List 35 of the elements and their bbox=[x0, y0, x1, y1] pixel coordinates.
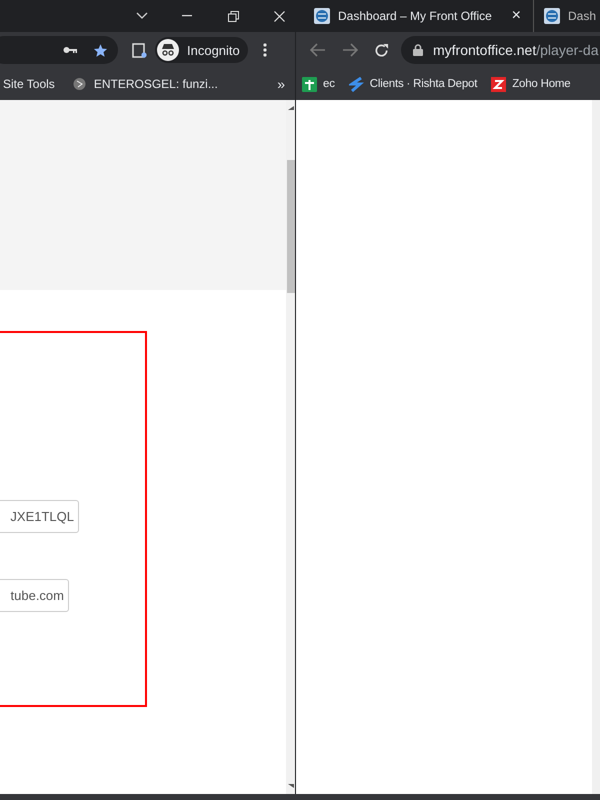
bookmark[interactable]: ec bbox=[302, 76, 335, 92]
scroll-thumb[interactable] bbox=[286, 160, 294, 293]
bookmark[interactable]: Clients · Rishta Depot bbox=[348, 76, 478, 92]
globe-icon bbox=[544, 8, 560, 24]
key-icon[interactable] bbox=[63, 46, 77, 54]
scrollbar[interactable] bbox=[286, 100, 295, 794]
scroll-up-icon[interactable] bbox=[288, 106, 294, 110]
plus-icon bbox=[302, 76, 317, 92]
globe-icon bbox=[314, 8, 330, 24]
input-field[interactable]: JXE1TLQL bbox=[0, 500, 79, 533]
tab-close-button[interactable]: × bbox=[512, 7, 521, 25]
bookmark[interactable]: Site Tools bbox=[3, 77, 55, 91]
z-shape-icon bbox=[491, 76, 506, 92]
restore-icon[interactable] bbox=[228, 10, 239, 22]
bookmark[interactable]: Zoho Home bbox=[491, 76, 570, 92]
minimize-icon[interactable] bbox=[182, 15, 192, 17]
star-icon[interactable] bbox=[93, 42, 108, 58]
extension-icon[interactable] bbox=[132, 42, 147, 58]
menu-icon[interactable] bbox=[262, 43, 267, 57]
bookmarks-overflow[interactable]: » bbox=[277, 76, 285, 92]
reload-icon[interactable] bbox=[374, 42, 389, 58]
close-icon[interactable] bbox=[274, 10, 285, 22]
lock-icon bbox=[413, 44, 423, 56]
back-icon[interactable] bbox=[310, 43, 326, 57]
browser-tab[interactable]: Dash bbox=[534, 0, 596, 32]
s-shape-icon bbox=[348, 76, 364, 92]
bookmark[interactable]: ENTEROSGEL: funzi... bbox=[72, 77, 218, 91]
forward-icon[interactable] bbox=[342, 43, 358, 57]
incognito-icon bbox=[157, 39, 179, 61]
chevron-down-icon[interactable] bbox=[136, 12, 148, 20]
address-bar[interactable] bbox=[0, 36, 118, 64]
scroll-down-icon[interactable] bbox=[288, 784, 294, 788]
address-bar[interactable]: myfrontoffice.net/player-da bbox=[401, 36, 600, 64]
incognito-button[interactable]: Incognito bbox=[155, 37, 248, 63]
input-field[interactable]: tube.com bbox=[0, 579, 69, 612]
